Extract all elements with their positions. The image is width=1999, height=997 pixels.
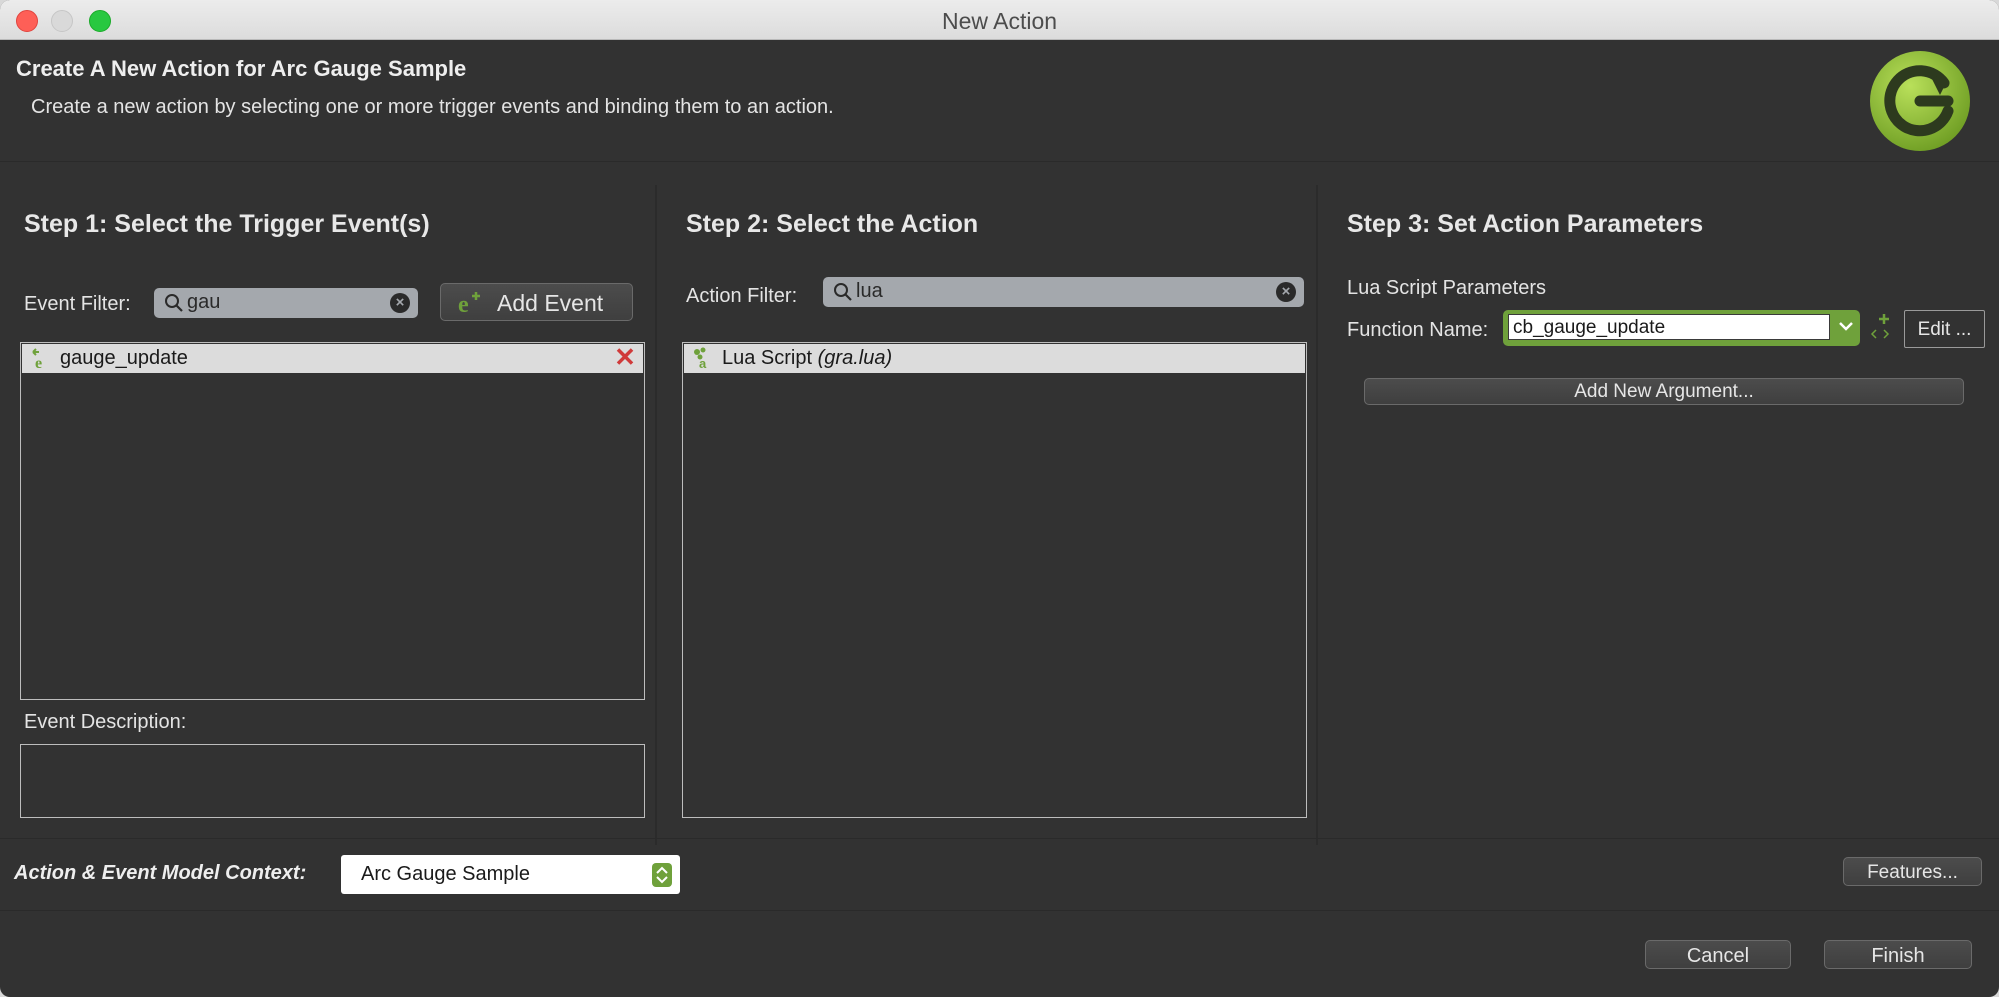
svg-text:e: e: [35, 355, 42, 370]
event-description-label: Event Description:: [24, 711, 187, 733]
title-bar: New Action: [0, 0, 1999, 40]
event-list: e gauge_update ✕: [20, 342, 645, 700]
search-icon: [834, 283, 852, 301]
event-name: gauge_update: [60, 347, 188, 369]
edit-button[interactable]: Edit ...: [1904, 310, 1985, 348]
add-argument-label: Add New Argument...: [1574, 381, 1754, 402]
header-description: Create a new action by selecting one or …: [31, 96, 834, 118]
step2-title: Step 2: Select the Action: [686, 210, 979, 238]
model-context-select[interactable]: Arc Gauge Sample: [341, 855, 680, 894]
clear-icon[interactable]: ×: [1276, 282, 1296, 302]
edit-button-label: Edit ...: [1917, 319, 1972, 340]
event-description-box: [20, 744, 645, 818]
action-filter-value: lua: [856, 280, 883, 302]
footer-divider: [0, 910, 1999, 911]
function-name-combobox[interactable]: cb_gauge_update: [1503, 310, 1860, 346]
footer-divider: [0, 838, 1999, 839]
finish-button[interactable]: Finish: [1824, 940, 1972, 969]
list-item[interactable]: e gauge_update ✕: [22, 344, 643, 373]
cancel-label: Cancel: [1686, 945, 1750, 967]
dialog-header: Create A New Action for Arc Gauge Sample…: [0, 40, 1999, 162]
finish-label: Finish: [1871, 945, 1925, 967]
action-filter-input[interactable]: lua ×: [823, 277, 1304, 307]
add-argument-button[interactable]: Add New Argument...: [1364, 378, 1964, 405]
model-context-label: Action & Event Model Context:: [14, 862, 307, 884]
features-label: Features...: [1867, 862, 1958, 883]
clear-icon[interactable]: ×: [390, 293, 410, 313]
chevron-down-icon[interactable]: [1838, 318, 1854, 334]
column-divider: [1316, 185, 1318, 845]
step3-title: Step 3: Set Action Parameters: [1347, 210, 1704, 238]
action-name: Lua Script (gra.lua): [722, 347, 893, 369]
search-icon: [165, 294, 183, 312]
stepper-icon: [652, 863, 672, 887]
add-event-icon: e: [458, 292, 480, 316]
action-list: a Lua Script (gra.lua): [682, 342, 1307, 818]
lua-parameters-label: Lua Script Parameters: [1347, 277, 1546, 299]
add-event-label: Add Event: [497, 290, 604, 316]
function-name-label: Function Name:: [1347, 319, 1489, 341]
lua-script-icon: a: [694, 347, 707, 370]
action-script-file: (gra.lua): [817, 347, 893, 369]
cancel-button[interactable]: Cancel: [1645, 940, 1791, 969]
event-filter-label: Event Filter:: [24, 293, 131, 315]
event-filter-input[interactable]: gau ×: [154, 288, 418, 318]
event-icon: e: [32, 348, 42, 370]
svg-text:a: a: [699, 356, 707, 370]
column-divider: [655, 185, 657, 845]
function-name-field[interactable]: cb_gauge_update: [1508, 314, 1830, 340]
new-action-dialog: New Action Create A New Action for Arc G…: [0, 0, 1999, 997]
svg-text:e: e: [458, 292, 469, 316]
add-event-button[interactable]: e Add Event: [440, 283, 633, 321]
action-filter-label: Action Filter:: [686, 285, 798, 307]
delete-icon[interactable]: ✕: [613, 344, 637, 370]
event-filter-value: gau: [187, 291, 221, 313]
features-button[interactable]: Features...: [1843, 857, 1982, 886]
window-title: New Action: [941, 8, 1058, 34]
app-logo: [1870, 51, 1970, 151]
list-item[interactable]: a Lua Script (gra.lua): [684, 344, 1305, 373]
step1-title: Step 1: Select the Trigger Event(s): [24, 210, 430, 238]
header-title: Create A New Action for Arc Gauge Sample: [16, 56, 467, 81]
model-context-value: Arc Gauge Sample: [361, 863, 530, 885]
add-argument-icon[interactable]: [1870, 312, 1892, 344]
